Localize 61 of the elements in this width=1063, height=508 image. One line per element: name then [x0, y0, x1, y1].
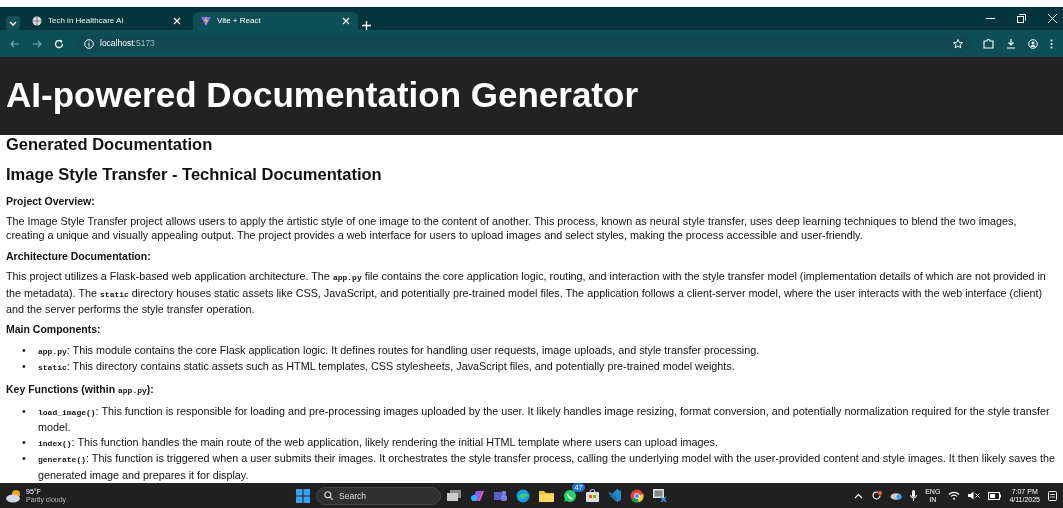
chat-icon[interactable] — [563, 488, 578, 503]
browser-tab[interactable]: Tech in Healthcare AI — [24, 12, 189, 30]
code-editor-icon[interactable] — [608, 489, 622, 502]
page-title: AI-powered Documentation Generator — [6, 75, 640, 115]
info-icon — [84, 38, 94, 49]
task-view-icon[interactable] — [447, 489, 462, 502]
battery-icon[interactable] — [988, 491, 1002, 500]
windows-logo-icon[interactable] — [296, 488, 311, 503]
download-icon[interactable] — [1006, 38, 1016, 49]
copilot-icon[interactable] — [470, 488, 485, 503]
back-icon[interactable] — [10, 38, 20, 49]
chevron-up-icon[interactable] — [854, 492, 864, 499]
chrome-icon[interactable] — [630, 488, 645, 503]
wifi-icon[interactable] — [948, 491, 961, 500]
sync-icon[interactable] — [871, 490, 883, 501]
close-icon[interactable] — [1048, 14, 1057, 23]
snipping-tool-icon[interactable] — [653, 489, 668, 502]
bullet: • — [22, 405, 26, 418]
bullet: • — [22, 435, 26, 448]
browser-tab[interactable]: Vite + React — [193, 12, 358, 30]
folder-icon[interactable] — [539, 489, 555, 502]
globe-icon — [32, 16, 42, 26]
close-icon[interactable] — [173, 17, 181, 25]
subsection-heading: Main Components: — [6, 322, 102, 337]
weather-icon — [6, 488, 22, 503]
reload-icon[interactable] — [54, 38, 64, 49]
list-item: index(): This function handles the main route of the web application, likely rendering the initial HTML template where users can upload images. — [38, 434, 718, 450]
subsection-heading: Key Functions (within app.py): — [6, 381, 155, 397]
paragraph: This project utilizes a Flask-based web application architecture. The app.py file contains the core application logic, routing, and interaction with the style transfer model (implementation details of which are not provided in the metadata). The static directory houses static assets like CSS, JavaScript, and potentially pre-trained model files. The application follows a client-server model, where the user interacts with the web interface (client) and the server performs the style transfer operation. — [6, 269, 1047, 317]
close-icon[interactable] — [342, 17, 350, 25]
teams-icon[interactable] — [493, 488, 508, 503]
menu-icon[interactable] — [1050, 38, 1053, 49]
notification-badge: 47 — [572, 482, 586, 492]
bullet: • — [22, 343, 26, 356]
document-title: Image Style Transfer - Technical Documentation — [6, 164, 383, 185]
list-item: app.py: This module contains the core Flask application logic. It defines routes for handling user requests, image uploads, and style transfer processing. — [38, 342, 760, 358]
paragraph: The Image Style Transfer project allows users to apply the artistic style of one image to the content of another. This process, known as neural style transfer, uses deep learning techniques to blend the two images, creating a unique and visually appealing output. The project provides a web interface for users to upload images and select styles, making the process accessible and user-friendly. — [6, 214, 1018, 243]
subsection-heading: Architecture Documentation: — [6, 248, 152, 264]
list-item: static: This directory contains static assets such as HTML templates, CSS stylesheets, JavaScript files, and potentially pre-trained model weights. — [38, 359, 735, 375]
edge-icon[interactable] — [516, 488, 531, 503]
microphone-icon[interactable] — [910, 490, 918, 501]
address-bar[interactable]: localhost:5173 — [76, 35, 971, 52]
section-heading: Generated Documentation — [6, 135, 214, 155]
subsection-heading: Project Overview: — [6, 193, 96, 208]
list-item: generate(): This function is triggered when a user submits their images. It orchestrates the style transfer process, calling the underlying model with the user-provided content and style images. It then likely saves the generated image and prepares it for display. — [38, 451, 1056, 483]
forward-icon[interactable] — [32, 38, 42, 49]
restore-icon[interactable] — [1017, 14, 1026, 23]
search-icon — [324, 491, 334, 500]
lightning-logo-icon — [201, 16, 211, 26]
cloud-icon[interactable] — [890, 491, 903, 500]
tab-list-icon[interactable] — [6, 16, 20, 30]
volume-muted-icon[interactable] — [968, 491, 981, 500]
profile-icon[interactable] — [1028, 38, 1038, 49]
new-tab-icon[interactable] — [362, 21, 371, 30]
bullet: • — [22, 360, 26, 373]
list-item: load_image(): This function is responsible for loading and pre-processing images uploaded by the user. It likely handles image resizing, format conversion, and potentially normalization required for the style transfer model. — [38, 404, 1051, 435]
bullet: • — [22, 452, 26, 465]
search-field[interactable]: Search — [316, 486, 442, 505]
notification-icon[interactable] — [1048, 490, 1057, 501]
store-bag-icon[interactable] — [586, 489, 600, 502]
star-icon[interactable] — [953, 38, 963, 49]
